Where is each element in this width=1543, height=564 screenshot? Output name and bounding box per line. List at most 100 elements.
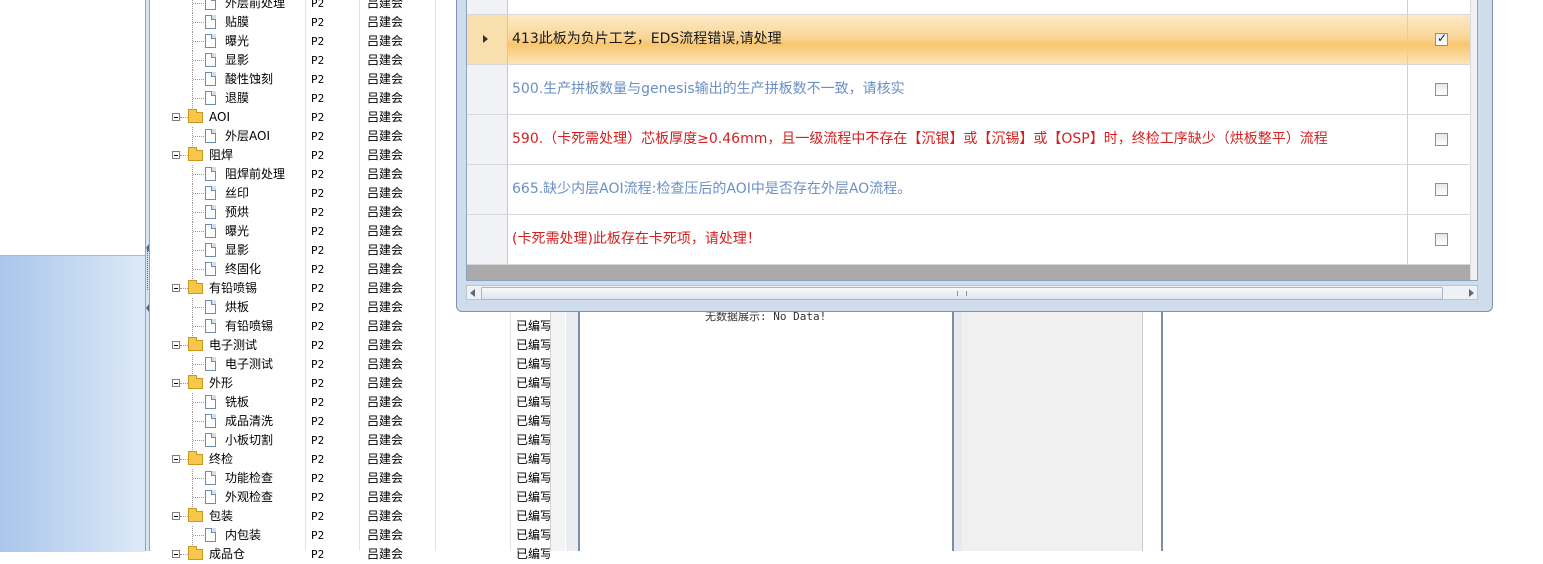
tree-item-status: 已编写 xyxy=(516,395,550,409)
tree-item-status: 已编写 xyxy=(516,357,550,371)
row-header[interactable] xyxy=(467,15,508,64)
row-header[interactable] xyxy=(467,215,508,264)
left-pane-white xyxy=(0,0,145,255)
tree-item-level: P2 xyxy=(311,73,325,86)
tree-item-label: 有铅喷锡 xyxy=(225,319,274,333)
tree-row[interactable]: 电子测试 P2 吕建会 已编写 xyxy=(150,336,550,355)
tree-item-owner: 吕建会 xyxy=(367,186,404,200)
tree-item-level: P2 xyxy=(311,35,325,48)
collapse-left-arrow-icon-2[interactable] xyxy=(146,304,149,312)
check-message: 500.生产拼板数量与genesis输出的生产拼板数不一致，请核实 xyxy=(512,81,905,97)
tree-item-label: 阻焊 xyxy=(209,148,234,162)
collapse-toggle-icon[interactable] xyxy=(172,379,180,387)
document-icon xyxy=(205,433,216,447)
tree-item-owner: 吕建会 xyxy=(367,376,404,390)
collapse-toggle-icon[interactable] xyxy=(172,113,180,121)
tree-item-owner: 吕建会 xyxy=(367,72,404,86)
tree-item-level: P2 xyxy=(311,244,325,257)
tree-item-owner: 吕建会 xyxy=(367,338,404,352)
grid-vertical-scrollbar[interactable] xyxy=(1470,0,1477,280)
tree-item-owner: 吕建会 xyxy=(367,395,404,409)
tree-item-owner: 吕建会 xyxy=(367,34,404,48)
tree-row[interactable]: 终检 P2 吕建会 已编写 xyxy=(150,450,550,469)
document-icon xyxy=(205,414,216,428)
tree-item-level: P2 xyxy=(311,168,325,181)
row-header[interactable] xyxy=(467,165,508,214)
document-icon xyxy=(205,0,216,10)
tree-item-owner: 吕建会 xyxy=(367,528,404,542)
tree-row[interactable]: 内包装 P2 吕建会 已编写 xyxy=(150,526,550,545)
document-icon xyxy=(205,205,216,219)
tree-row[interactable]: 成品仓 P2 吕建会 已编写 xyxy=(150,545,550,564)
check-result-dialog: 413此板为负片工艺，EDS流程错误,请处理 500.生产拼板数量与genesis… xyxy=(456,0,1493,312)
tree-item-status: 已编写 xyxy=(516,509,550,523)
tree-row[interactable]: 外观检查 P2 吕建会 已编写 xyxy=(150,488,550,507)
scroll-thumb[interactable] xyxy=(481,287,1443,300)
row-header[interactable] xyxy=(467,115,508,164)
tree-item-label: 包装 xyxy=(209,509,234,523)
tree-item-owner: 吕建会 xyxy=(367,300,404,314)
tree-item-level: P2 xyxy=(311,16,325,29)
document-icon xyxy=(205,129,216,143)
confirm-checkbox[interactable] xyxy=(1435,133,1448,146)
collapse-toggle-icon[interactable] xyxy=(172,455,180,463)
check-result-grid[interactable]: 413此板为负片工艺，EDS流程错误,请处理 500.生产拼板数量与genesis… xyxy=(466,0,1478,281)
folder-icon xyxy=(188,280,203,294)
confirm-checkbox[interactable] xyxy=(1435,183,1448,196)
folder-icon xyxy=(188,147,203,161)
collapse-toggle-icon[interactable] xyxy=(172,151,180,159)
document-icon xyxy=(205,300,216,314)
row-header[interactable] xyxy=(467,65,508,114)
collapse-toggle-icon[interactable] xyxy=(172,341,180,349)
document-icon xyxy=(205,224,216,238)
tree-item-level: P2 xyxy=(311,472,325,485)
tree-item-level: P2 xyxy=(311,206,325,219)
tree-item-level: P2 xyxy=(311,92,325,105)
document-icon xyxy=(205,167,216,181)
tree-item-owner: 吕建会 xyxy=(367,414,404,428)
grid-horizontal-scrollbar[interactable] xyxy=(466,285,1478,300)
tree-item-label: 显影 xyxy=(225,53,250,67)
tree-row[interactable]: 小板切割 P2 吕建会 已编写 xyxy=(150,431,550,450)
folder-icon xyxy=(188,109,203,123)
tree-item-owner: 吕建会 xyxy=(367,0,404,10)
document-icon xyxy=(205,243,216,257)
tree-item-level: P2 xyxy=(311,130,325,143)
confirm-checkbox[interactable] xyxy=(1435,233,1448,246)
tree-item-level: P2 xyxy=(311,491,325,504)
tree-item-level: P2 xyxy=(311,358,325,371)
collapse-toggle-icon[interactable] xyxy=(172,550,180,558)
tree-item-level: P2 xyxy=(311,301,325,314)
tree-row[interactable]: 电子测试 P2 吕建会 已编写 xyxy=(150,355,550,374)
folder-icon xyxy=(188,375,203,389)
document-icon xyxy=(205,72,216,86)
scroll-right-arrow-icon[interactable] xyxy=(1469,289,1474,297)
tree-item-owner: 吕建会 xyxy=(367,433,404,447)
tree-row[interactable]: 功能检查 P2 吕建会 已编写 xyxy=(150,469,550,488)
tree-item-status: 已编写 xyxy=(516,319,550,333)
check-result-row[interactable]: 590.（卡死需处理）芯板厚度≥0.46mm，且一级流程中不存在【沉银】或【沉锡… xyxy=(467,115,1470,165)
document-icon xyxy=(205,471,216,485)
check-result-row[interactable]: 665.缺少内层AOI流程:检查压后的AOI中是否存在外层AO流程。 xyxy=(467,165,1470,215)
tree-row[interactable]: 外形 P2 吕建会 已编写 xyxy=(150,374,550,393)
splitter-grip-icon xyxy=(147,250,149,290)
tree-row[interactable]: 成品清洗 P2 吕建会 已编写 xyxy=(150,412,550,431)
check-result-row[interactable]: 500.生产拼板数量与genesis输出的生产拼板数不一致，请核实 xyxy=(467,65,1470,115)
check-result-row[interactable]: (卡死需处理)此板存在卡死项，请处理！ xyxy=(467,215,1470,265)
check-result-row[interactable]: 413此板为负片工艺，EDS流程错误,请处理 xyxy=(467,15,1470,65)
tree-item-label: 终固化 xyxy=(225,262,262,276)
tree-item-owner: 吕建会 xyxy=(367,205,404,219)
confirm-checkbox[interactable] xyxy=(1435,31,1448,46)
confirm-checkbox[interactable] xyxy=(1435,83,1448,96)
scroll-left-arrow-icon[interactable] xyxy=(470,289,475,297)
collapse-toggle-icon[interactable] xyxy=(172,284,180,292)
collapse-toggle-icon[interactable] xyxy=(172,512,180,520)
tree-item-label: 小板切割 xyxy=(225,433,274,447)
tree-row[interactable]: 铣板 P2 吕建会 已编写 xyxy=(150,393,550,412)
grid-row-partial[interactable] xyxy=(467,0,1470,15)
tree-row[interactable]: 有铅喷锡 P2 吕建会 已编写 xyxy=(150,317,550,336)
tree-item-level: P2 xyxy=(311,263,325,276)
tree-item-label: 终检 xyxy=(209,452,234,466)
tree-vertical-scrollbar[interactable] xyxy=(550,300,565,551)
tree-row[interactable]: 包装 P2 吕建会 已编写 xyxy=(150,507,550,526)
